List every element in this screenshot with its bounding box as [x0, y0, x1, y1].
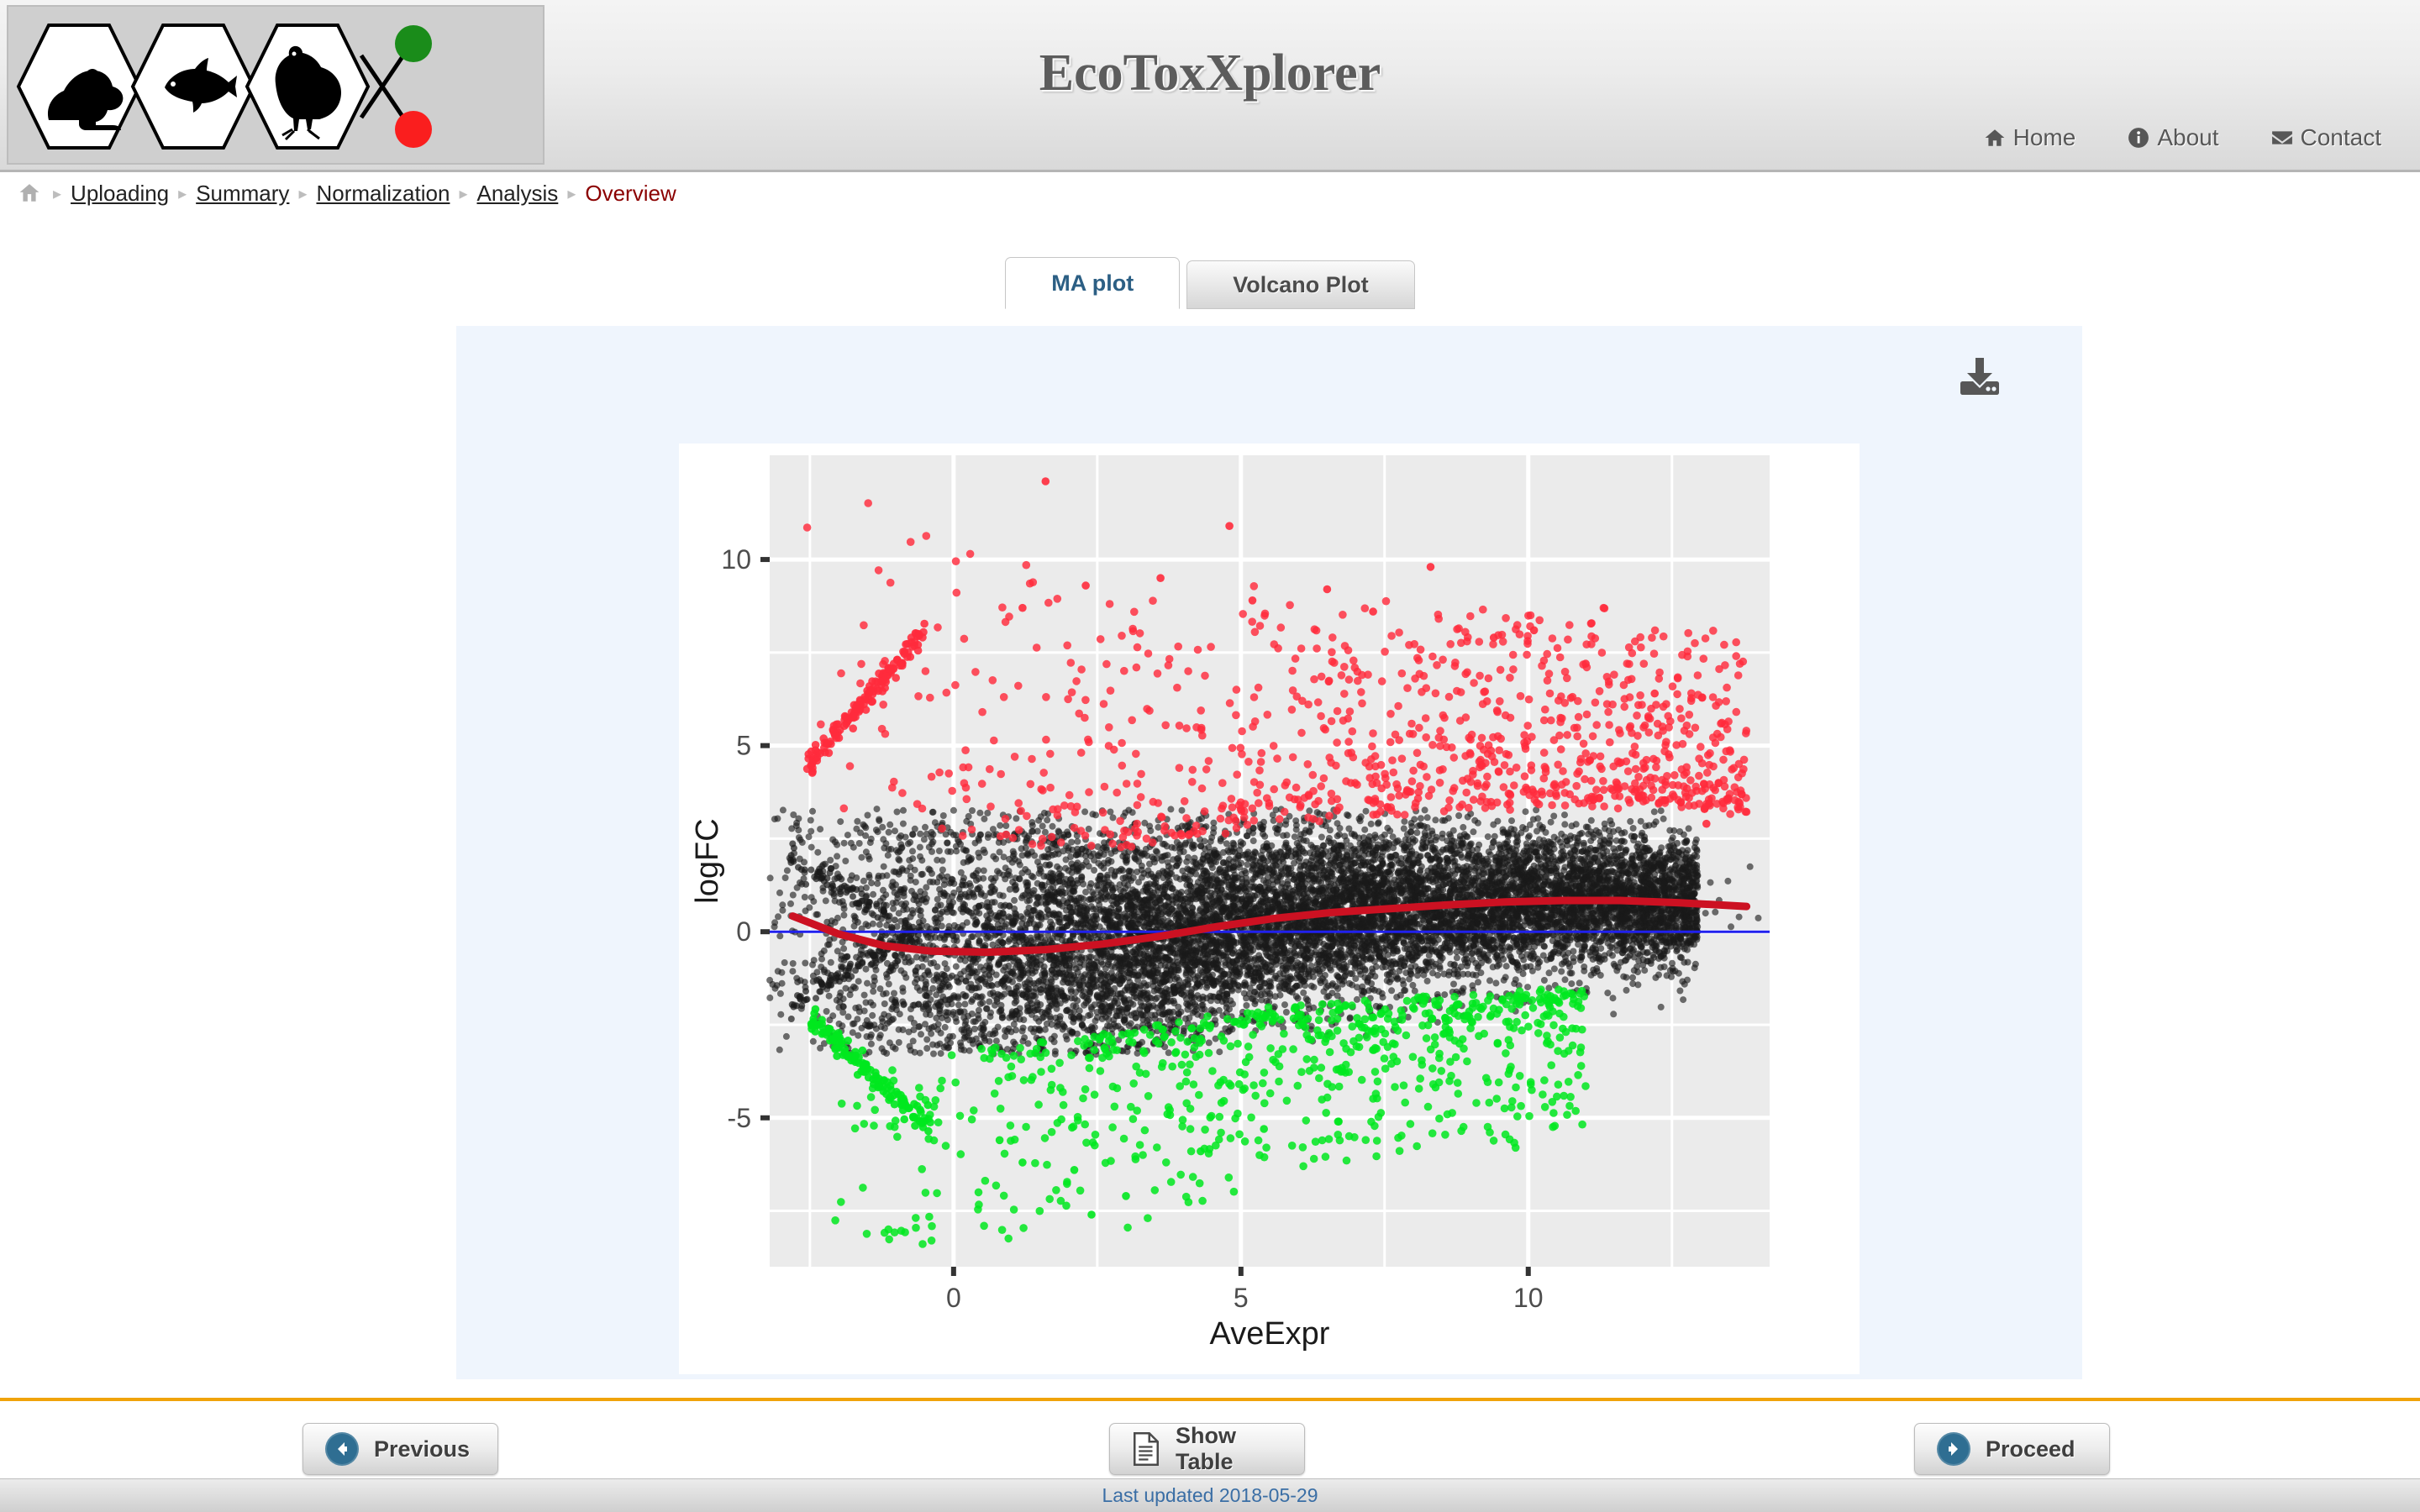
x-axis-label: AveExpr [1210, 1316, 1330, 1352]
show-table-button[interactable]: Show Table [1109, 1423, 1305, 1475]
page-title: EcoToxXplorer [1039, 45, 1381, 102]
tab-ma-plot[interactable]: MA plot [1005, 257, 1181, 309]
breadcrumb-item-uploading[interactable]: Uploading [71, 181, 169, 207]
last-updated-text: Last updated 2018-05-29 [1102, 1484, 1318, 1506]
nav-item-contact[interactable]: Contact [2271, 124, 2382, 151]
breadcrumb: ▸ Uploading ▸ Summary ▸ Normalization ▸ … [0, 175, 2420, 212]
nav-item-home[interactable]: Home [1984, 124, 2076, 151]
page-footer: Last updated 2018-05-29 [0, 1478, 2420, 1512]
breadcrumb-item-overview: Overview [585, 180, 676, 206]
plot-container: -5 0 5 10 0 5 10 logFC AveExpr [456, 326, 2082, 1379]
breadcrumb-home-icon[interactable] [18, 182, 40, 204]
breadcrumb-separator: ▸ [459, 184, 468, 203]
proceed-button[interactable]: Proceed [1914, 1423, 2110, 1475]
nav-label-home: Home [2012, 124, 2076, 150]
breadcrumb-separator: ▸ [178, 184, 187, 203]
y-axis-label: logFC [690, 818, 725, 903]
breadcrumb-item-summary[interactable]: Summary [196, 181, 289, 207]
previous-button-label: Previous [374, 1436, 471, 1462]
nav-label-about: About [2157, 124, 2219, 150]
breadcrumb-separator: ▸ [298, 184, 308, 203]
home-icon [1984, 127, 2006, 149]
tab-volcano-plot[interactable]: Volcano Plot [1186, 260, 1415, 309]
breadcrumb-separator: ▸ [567, 184, 576, 203]
file-document-icon [1132, 1432, 1160, 1466]
ma-plot-svg: -505100 5 10 logFC AveExpr [679, 444, 1860, 1374]
info-icon [2128, 127, 2149, 149]
arrow-right-circle-icon [1937, 1432, 1970, 1466]
breadcrumb-item-normalization[interactable]: Normalization [316, 181, 450, 207]
arrow-left-circle-icon [325, 1432, 359, 1466]
show-table-button-label: Show Table [1176, 1423, 1236, 1474]
previous-button[interactable]: Previous [302, 1423, 498, 1475]
breadcrumb-separator: ▸ [53, 184, 62, 203]
main-navigation: Home About Contact [1984, 124, 2381, 151]
download-icon[interactable] [1956, 353, 2003, 400]
app-header: EcoToxXplorer Home About Contact [0, 0, 2420, 172]
nav-label-contact: Contact [2300, 124, 2382, 150]
red-status-dot [395, 111, 432, 148]
nav-item-about[interactable]: About [2128, 124, 2219, 151]
breadcrumb-item-analysis[interactable]: Analysis [476, 181, 558, 207]
plot-tabs: MA plot Volcano Plot [0, 257, 2420, 309]
proceed-button-label: Proceed [1986, 1436, 2075, 1462]
ma-plot-figure: -5 0 5 10 0 5 10 logFC AveExpr [679, 444, 1860, 1374]
envelope-icon [2271, 127, 2293, 149]
